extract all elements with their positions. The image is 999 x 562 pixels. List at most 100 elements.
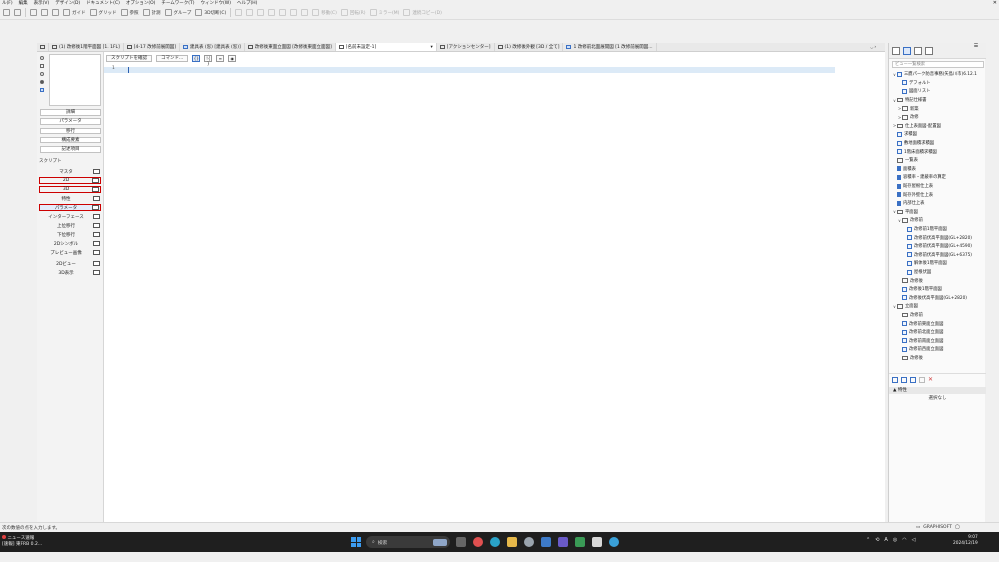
tab-overflow[interactable]: ⌵ › — [870, 43, 886, 52]
braces-icon[interactable]: {} — [192, 54, 201, 62]
network-icon[interactable]: ◎ — [893, 537, 897, 543]
reference-button[interactable]: 参照 — [120, 9, 139, 16]
settings-view-icon[interactable] — [919, 376, 925, 383]
open-script-window-icon[interactable] — [93, 196, 100, 201]
tree-item[interactable]: 改修後伏高平面図(GL+2820) — [897, 294, 967, 303]
tree-item[interactable]: ∨ 改修前 — [897, 216, 923, 225]
command-button[interactable]: コマンド... — [156, 54, 189, 62]
volume-icon[interactable]: ◁ — [912, 537, 916, 543]
publisher-icon[interactable] — [925, 46, 933, 55]
tab-view[interactable]: (1) 改修後外観 [3D / 全て] — [495, 43, 564, 51]
object-section-button[interactable]: 詳細 — [40, 109, 101, 116]
open-script-window-icon[interactable] — [93, 250, 100, 255]
script-item[interactable]: 3D — [39, 186, 101, 193]
open-script-window-icon[interactable] — [93, 232, 100, 237]
tree-item[interactable]: ∨ 立面図 — [892, 302, 918, 311]
tree-item[interactable]: > 改修 — [897, 113, 919, 122]
start-button[interactable] — [351, 537, 361, 547]
wifi-icon[interactable]: ◠ — [902, 537, 906, 543]
tree-item[interactable]: 改修後 — [897, 354, 923, 363]
tab-view[interactable]: 1 改修前北面展開図 [1 改修前展開図... — [563, 43, 657, 51]
script-item[interactable]: 2Dビュー — [39, 260, 101, 267]
script-item[interactable]: インターフェース — [39, 213, 101, 220]
measure-button[interactable]: 計測 — [142, 9, 161, 16]
open-script-window-icon[interactable] — [92, 178, 99, 183]
file-explorer-icon[interactable] — [507, 537, 517, 547]
delete-icon[interactable]: ✕ — [928, 376, 933, 383]
script-item[interactable]: 特性 — [39, 195, 101, 202]
tab-bar-icon[interactable] — [37, 43, 49, 51]
script-item[interactable]: 2Dシンボル — [39, 240, 101, 247]
redo-icon[interactable] — [14, 9, 21, 16]
tree-item[interactable]: 1階床面積求積図 — [892, 147, 937, 156]
section-view-icon[interactable] — [40, 72, 44, 76]
properties-header[interactable]: ▲ 特性 — [889, 387, 986, 394]
tree-item[interactable]: 改修後1階平面図 — [897, 285, 942, 294]
script-item[interactable]: パラメータ — [39, 204, 101, 211]
tab-view[interactable]: [4-17 改修前展開図] — [124, 43, 180, 51]
navigator-search-input[interactable]: ビュー一覧検索 — [892, 61, 984, 68]
new-folder-icon[interactable] — [910, 376, 916, 383]
tab-view[interactable]: 改修後東面立面図 [改修後東面立面図] — [245, 43, 336, 51]
render-view-icon[interactable] — [40, 80, 44, 84]
rotate-button[interactable]: 回転(R) — [340, 9, 366, 16]
group-button[interactable]: グループ — [164, 9, 191, 16]
tree-item[interactable]: 改修前1階平面図 — [902, 225, 947, 234]
hand-icon[interactable] — [301, 9, 309, 16]
eyedropper-icon[interactable] — [41, 9, 48, 16]
tab-view[interactable]: [名前未設定-1] ▾ — [335, 43, 437, 51]
tree-item[interactable]: 内部仕上表 — [892, 199, 924, 208]
script-item[interactable]: プレビュー画像 — [39, 249, 101, 256]
tree-item[interactable]: 改修前伏高平面図(GL+2820) — [902, 233, 972, 242]
settings-app-icon[interactable] — [524, 537, 534, 547]
object-section-button[interactable]: パラメータ — [40, 118, 101, 125]
tree-item[interactable]: 容積率・建蔽率の算定 — [892, 173, 946, 182]
panel-menu-icon[interactable]: ☰ — [969, 43, 983, 53]
tree-item[interactable]: 解体後1階平面図 — [902, 259, 947, 268]
open-script-window-icon[interactable] — [93, 223, 100, 228]
open-script-window-icon[interactable] — [92, 187, 99, 192]
move-button[interactable]: 移動(C) — [312, 9, 337, 16]
tree-item[interactable]: 求積図 — [892, 130, 917, 139]
tab-view[interactable]: 建具表 (窓) [建具表 (窓)] — [180, 43, 245, 51]
adjust-icon[interactable] — [257, 9, 265, 16]
open-script-window-icon[interactable] — [93, 169, 100, 174]
tree-item[interactable]: 面積表 — [892, 165, 916, 174]
script-item[interactable]: マスタ — [39, 168, 101, 175]
tree-item[interactable]: 屋根伏図 — [902, 268, 931, 277]
copilot-icon[interactable] — [473, 537, 483, 547]
grid-button[interactable]: グリッド — [89, 9, 117, 16]
tree-item[interactable]: 一覧表 — [892, 156, 918, 165]
clone-view-icon[interactable] — [901, 376, 907, 383]
offset-icon[interactable] — [290, 9, 298, 16]
tree-item[interactable]: 改修前南面立面図 — [897, 337, 943, 346]
syringe-icon[interactable] — [52, 9, 59, 16]
grid-view-icon[interactable] — [40, 88, 44, 92]
tree-item[interactable]: 改修後 — [897, 276, 923, 285]
tree-item[interactable]: 既存屋根仕上表 — [892, 182, 933, 191]
archicad-icon[interactable] — [592, 537, 602, 547]
edge-icon[interactable] — [490, 537, 500, 547]
trim-icon[interactable] — [235, 9, 243, 16]
tab-dropdown-icon[interactable]: ▾ — [430, 45, 432, 50]
check-script-button[interactable]: スクリプトを確認 — [106, 54, 152, 62]
tree-item[interactable]: 敷地面積求積図 — [892, 139, 934, 148]
tree-item[interactable]: デフォルト — [897, 79, 930, 88]
plan-view-icon[interactable] — [40, 64, 44, 68]
task-view-icon[interactable] — [456, 537, 466, 547]
tree-item[interactable]: 改修前東面立面図 — [897, 319, 943, 328]
mirror-button[interactable]: ミラー(M) — [369, 9, 399, 16]
open-script-window-icon[interactable] — [92, 205, 99, 210]
list-icon[interactable]: ≡ — [216, 54, 225, 62]
script-editor[interactable]: スクリプトを確認 コマンド... {} !{ } ≡ ◉ 1 — [104, 52, 885, 522]
undo-icon[interactable] — [3, 9, 10, 16]
settings-icon[interactable]: ◉ — [228, 54, 237, 62]
tree-item[interactable]: 改修前伏高平面図(GL+6375) — [902, 251, 972, 260]
tree-item[interactable]: 図面リスト — [897, 87, 930, 96]
new-view-icon[interactable] — [892, 376, 898, 383]
browser-icon[interactable] — [609, 537, 619, 547]
open-script-window-icon[interactable] — [93, 270, 100, 275]
tab-view[interactable]: (1) 改修後1階平面図 [1. 1FL] — [49, 43, 124, 51]
intersect-icon[interactable] — [268, 9, 276, 16]
open-script-window-icon[interactable] — [93, 261, 100, 266]
